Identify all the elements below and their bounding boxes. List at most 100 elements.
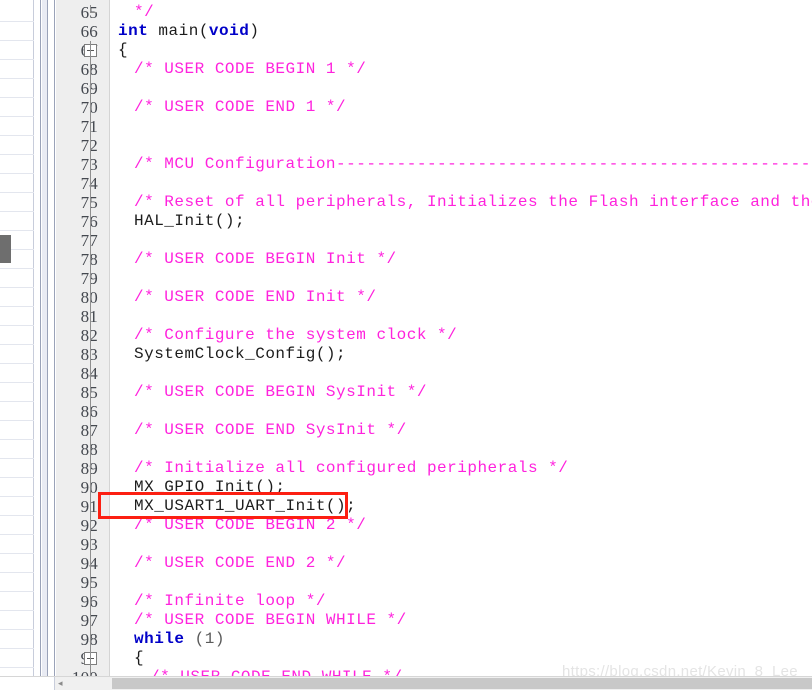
code-line[interactable]: /* USER CODE BEGIN 2 */ (134, 516, 366, 535)
marker-row-divider (0, 629, 34, 630)
marker-row-divider (0, 496, 34, 497)
code-line[interactable]: /* Reset of all peripherals, Initializes… (134, 193, 812, 212)
marker-row-divider (0, 401, 34, 402)
marker-row-divider (0, 78, 34, 79)
marker-row-divider (0, 610, 34, 611)
marker-row-divider (0, 553, 34, 554)
code-token: { (134, 649, 145, 667)
marker-row-divider (0, 458, 34, 459)
code-token: int (118, 22, 149, 40)
code-line[interactable]: /* USER CODE END Init */ (134, 288, 376, 307)
marker-row-divider (0, 97, 34, 98)
code-line[interactable]: /* USER CODE END 1 */ (134, 98, 346, 117)
code-token: /* Configure the system clock */ (134, 326, 458, 344)
code-token: SystemClock_Config(); (134, 345, 347, 363)
marker-row-divider (0, 116, 34, 117)
scroll-left-arrow-icon[interactable]: ◂ (58, 679, 63, 688)
marker-row-divider (0, 515, 34, 516)
code-token: /* USER CODE BEGIN WHILE */ (134, 611, 407, 629)
marker-row-divider (0, 591, 34, 592)
marker-row-divider (0, 344, 34, 345)
code-token: /* USER CODE END 2 */ (134, 554, 347, 572)
code-line[interactable]: /* Infinite loop */ (134, 592, 326, 611)
code-token: /* Reset of all peripherals, Initializes… (134, 193, 812, 211)
code-token: while (134, 630, 185, 648)
marker-row-divider (0, 439, 34, 440)
marker-row-divider (0, 287, 34, 288)
fold-region-rail (90, 41, 91, 649)
code-token: (1) (184, 630, 225, 648)
code-token: /* USER CODE BEGIN SysInit */ (134, 383, 427, 401)
code-token: HAL_Init(); (134, 212, 246, 230)
code-token: ) (249, 22, 260, 40)
code-line[interactable]: /* USER CODE BEGIN SysInit */ (134, 383, 427, 402)
code-token: void (208, 22, 250, 40)
marker-row-divider (0, 363, 34, 364)
code-line[interactable]: /* USER CODE BEGIN WHILE */ (134, 611, 407, 630)
bookmark-marker-strip[interactable] (0, 0, 34, 687)
code-line[interactable]: /* MCU Configuration--------------------… (134, 155, 812, 174)
marker-row-divider (0, 420, 34, 421)
code-line[interactable]: /* Configure the system clock */ (134, 326, 457, 345)
code-line[interactable]: SystemClock_Config(); (134, 345, 346, 364)
marker-row-divider (0, 230, 34, 231)
code-token: */ (134, 3, 155, 21)
code-token: /* USER CODE BEGIN 1 */ (134, 60, 367, 78)
marker-row-divider (0, 306, 34, 307)
code-line[interactable]: /* USER CODE END 2 */ (134, 554, 346, 573)
current-change-marker (0, 235, 11, 263)
code-token: MX_GPIO_Init(); (134, 478, 286, 496)
marker-row-divider (0, 154, 34, 155)
code-line[interactable]: /* USER CODE BEGIN Init */ (134, 250, 397, 269)
gutter-rail-inner (49, 0, 55, 676)
code-token: { (118, 41, 129, 59)
code-line[interactable]: /* USER CODE BEGIN 1 */ (134, 60, 366, 79)
code-token: MX_USART1_UART_Init(); (134, 497, 357, 515)
gutter-rail-outer (35, 0, 41, 676)
code-line[interactable]: HAL_Init(); (134, 212, 245, 231)
marker-row-divider (0, 572, 34, 573)
code-folding-column[interactable] (80, 0, 102, 687)
code-token: /* USER CODE BEGIN 2 */ (134, 516, 367, 534)
marker-row-divider (0, 648, 34, 649)
code-token: main( (148, 22, 209, 40)
code-line[interactable]: /* Initialize all configured peripherals… (134, 459, 568, 478)
marker-row-divider (0, 382, 34, 383)
scrollbar-track[interactable] (55, 677, 812, 690)
marker-row-divider (0, 59, 34, 60)
code-line[interactable]: MX_GPIO_Init(); (134, 478, 286, 497)
marker-row-divider (0, 534, 34, 535)
code-line[interactable]: { (118, 41, 128, 60)
marker-row-divider (0, 477, 34, 478)
code-token: /* Infinite loop */ (134, 592, 326, 610)
code-line[interactable]: while (1) (134, 630, 225, 649)
code-line[interactable]: /* USER CODE END SysInit */ (134, 421, 407, 440)
code-editor-view: 6566676869707172737475767778798081828384… (0, 0, 812, 690)
code-token: /* Initialize all configured peripherals… (134, 459, 569, 477)
code-token: /* USER CODE END Init */ (134, 288, 377, 306)
gutter-rail-middle (42, 0, 48, 676)
marker-row-divider (0, 135, 34, 136)
marker-row-divider (0, 40, 34, 41)
fold-region-end-icon (90, 5, 97, 13)
code-line[interactable]: */ (134, 3, 154, 22)
marker-row-divider (0, 667, 34, 668)
code-token: /* USER CODE END 1 */ (134, 98, 347, 116)
horizontal-scrollbar[interactable]: ◂ (0, 676, 812, 690)
marker-row-divider (0, 325, 34, 326)
code-line[interactable]: /* USER CODE END WHILE */ (150, 668, 403, 676)
code-line[interactable]: int main(void) (118, 22, 259, 41)
code-line[interactable]: MX_USART1_UART_Init(); (134, 497, 356, 516)
code-token: /* USER CODE END SysInit */ (134, 421, 407, 439)
code-line[interactable]: { (134, 649, 144, 668)
marker-row-divider (0, 211, 34, 212)
code-token: /* USER CODE BEGIN Init */ (134, 250, 397, 268)
scrollbar-thumb[interactable] (112, 678, 812, 689)
marker-row-divider (0, 21, 34, 22)
scrollbar-corner (0, 677, 55, 690)
code-token: /* MCU Configuration--------------------… (134, 155, 812, 173)
marker-row-divider (0, 268, 34, 269)
code-text-area[interactable]: */int main(void){/* USER CODE BEGIN 1 */… (110, 0, 812, 676)
marker-row-divider (0, 173, 34, 174)
marker-row-divider (0, 192, 34, 193)
